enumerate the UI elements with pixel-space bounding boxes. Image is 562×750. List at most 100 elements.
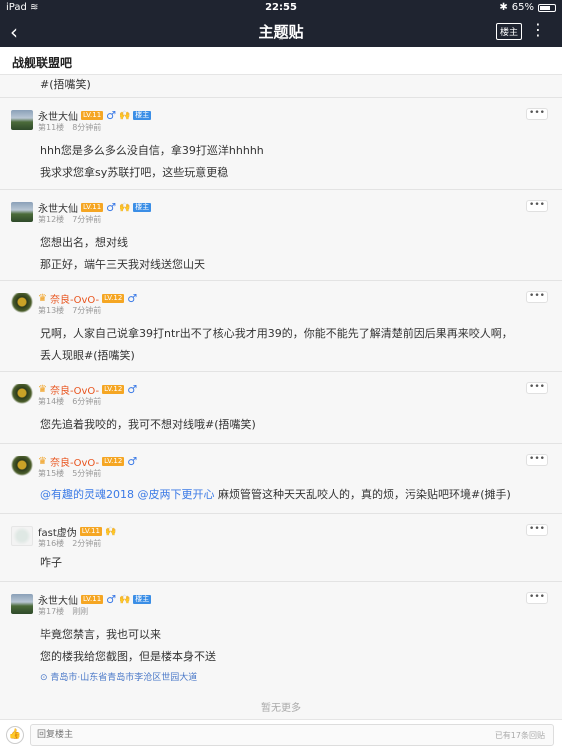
battery-percent: 65% — [511, 2, 534, 13]
post-meta: 第16楼 2分钟前 — [38, 538, 101, 549]
post-body: 兄啊，人家自己说拿39打ntr出不了核心我才用39的，你能不能先了解清楚前因后果… — [40, 323, 513, 367]
post-line: 您先追着我咬的，我可不想对线哦#(捂嘴笑) — [40, 418, 256, 431]
post-line: 您的楼我给您截图，但是楼本身不送 — [40, 650, 216, 663]
post-header: 永世大仙 LV.11 ♂ 🙌 楼主 — [38, 200, 152, 215]
mention-link[interactable]: @有趣的灵魂2018 — [40, 488, 134, 501]
forum-name[interactable]: 战舰联盟吧 — [12, 54, 72, 71]
more-dots-icon[interactable]: ••• — [526, 592, 548, 604]
post-time: 2分钟前 — [72, 539, 102, 548]
post-floor-17: 永世大仙 LV.11 ♂ 🙌 楼主 第17楼 刚刚 ••• 毕竟您禁言，我也可以来… — [0, 581, 562, 691]
male-icon: ♂ — [127, 292, 138, 305]
avatar[interactable] — [11, 456, 33, 476]
level-badge: LV.11 — [81, 203, 104, 212]
level-badge: LV.12 — [102, 294, 125, 303]
post-text: 麻烦管管这种天天乱咬人的，真的烦，污染贴吧环境#(摊手) — [214, 488, 511, 501]
nav-bar: ‹ 主题贴 ⌃ 楼主 ⋮ — [0, 16, 562, 47]
post-time: 7分钟前 — [72, 215, 102, 224]
thumb-up-icon[interactable]: 👍 — [6, 726, 24, 744]
owner-badge: 楼主 — [133, 203, 152, 212]
status-right: ✱ 65% — [499, 2, 556, 13]
post-meta: 第14楼 6分钟前 — [38, 396, 101, 407]
post-floor-16: fast虚伪 LV.11 🙌 第16楼 2分钟前 ••• 咋子 — [0, 513, 562, 581]
reply-bar: 👍 已有17条回贴 — [0, 719, 562, 750]
location-tag[interactable]: ⊙ 青岛市·山东省青岛市李沧区世园大道 — [40, 670, 197, 683]
post-body: 毕竟您禁言，我也可以来 您的楼我给您截图，但是楼本身不送 — [40, 624, 216, 668]
crown-icon: ♛ — [38, 293, 47, 304]
username[interactable]: 永世大仙 — [38, 592, 78, 607]
username[interactable]: 奈良-OvO- — [50, 382, 99, 397]
level-badge: LV.12 — [102, 385, 125, 394]
more-dots-icon[interactable]: ••• — [526, 454, 548, 466]
more-dots-icon[interactable]: ••• — [526, 382, 548, 394]
post-floor-15: ♛ 奈良-OvO- LV.12 ♂ 第15楼 5分钟前 ••• @有趣的灵魂201… — [0, 443, 562, 513]
avatar[interactable] — [11, 293, 33, 313]
avatar[interactable] — [11, 526, 33, 546]
post-meta: 第17楼 刚刚 — [38, 606, 88, 617]
floor-number: 第11楼 — [38, 123, 65, 132]
post-line: 您想出名，想对线 — [40, 236, 128, 249]
avatar[interactable] — [11, 384, 33, 404]
kebab-icon[interactable]: ⋮ — [530, 20, 546, 39]
username[interactable]: 奈良-OvO- — [50, 454, 99, 469]
mention-link[interactable]: @皮两下更开心 — [138, 488, 215, 501]
post-body: 咋子 — [40, 552, 62, 574]
more-dots-icon[interactable]: ••• — [526, 291, 548, 303]
floor-number: 第16楼 — [38, 539, 65, 548]
reply-count: 已有17条回贴 — [494, 731, 545, 740]
post-body: 您先追着我咬的，我可不想对线哦#(捂嘴笑) — [40, 414, 256, 436]
floor-number: 第15楼 — [38, 469, 65, 478]
post-floor-13: ♛ 奈良-OvO- LV.12 ♂ 第13楼 7分钟前 ••• 兄啊，人家自己说拿… — [0, 280, 562, 371]
status-bar: iPad ≋ 22:55 ✱ 65% — [0, 0, 562, 16]
fire-icon: 🙌 — [119, 594, 131, 605]
location-text: 青岛市·山东省青岛市李沧区世园大道 — [50, 673, 198, 683]
more-dots-icon[interactable]: ••• — [526, 200, 548, 212]
crown-icon: ♛ — [38, 384, 47, 395]
username[interactable]: 永世大仙 — [38, 108, 78, 123]
more-dots-icon[interactable]: ••• — [526, 524, 548, 536]
reply-box[interactable]: 已有17条回贴 — [30, 724, 554, 746]
post-line: @有趣的灵魂2018 @皮两下更开心 麻烦管管这种天天乱咬人的，真的烦，污染贴吧… — [40, 484, 511, 506]
avatar[interactable] — [11, 594, 33, 614]
post-floor-14: ♛ 奈良-OvO- LV.12 ♂ 第14楼 6分钟前 ••• 您先追着我咬的，我… — [0, 371, 562, 443]
clock: 22:55 — [265, 2, 297, 13]
floor-number: 第17楼 — [38, 607, 65, 616]
reply-input[interactable] — [37, 728, 437, 742]
post-body: 您想出名，想对线 那正好，端午三天我对线送您山天 — [40, 232, 205, 276]
no-more-label: 暂无更多 — [261, 703, 301, 714]
forum-header: 战舰联盟吧 — [0, 47, 562, 75]
avatar[interactable] — [11, 202, 33, 222]
post-time: 7分钟前 — [72, 306, 102, 315]
avatar[interactable] — [11, 110, 33, 130]
post-time: 6分钟前 — [72, 397, 102, 406]
post-line: 咋子 — [40, 556, 62, 569]
partial-post-text: #(捂嘴笑) — [40, 78, 91, 91]
owner-only-button[interactable]: 楼主 — [495, 23, 522, 40]
male-icon: ♂ — [127, 383, 138, 396]
post-time: 刚刚 — [72, 607, 89, 616]
male-icon: ♂ — [106, 593, 117, 606]
more-dots-icon[interactable]: ••• — [526, 108, 548, 120]
post-meta: 第12楼 7分钟前 — [38, 214, 101, 225]
post-header: fast虚伪 LV.11 🙌 — [38, 524, 117, 540]
post-header: ♛ 奈良-OvO- LV.12 ♂ — [38, 454, 137, 469]
crown-icon: ♛ — [38, 456, 47, 467]
username[interactable]: 永世大仙 — [38, 200, 78, 215]
post-meta: 第15楼 5分钟前 — [38, 468, 101, 479]
post-body: @有趣的灵魂2018 @皮两下更开心 麻烦管管这种天天乱咬人的，真的烦，污染贴吧… — [40, 484, 511, 506]
fire-icon: 🙌 — [119, 110, 131, 121]
post-meta: 第13楼 7分钟前 — [38, 305, 101, 316]
post-meta: 第11楼 8分钟前 — [38, 122, 101, 133]
caret-icon[interactable]: ⌃ — [0, 37, 562, 46]
username[interactable]: 奈良-OvO- — [50, 291, 99, 306]
fire-icon: 🙌 — [104, 526, 117, 537]
floor-number: 第12楼 — [38, 215, 65, 224]
floor-number: 第13楼 — [38, 306, 65, 315]
male-icon: ♂ — [127, 455, 138, 468]
post-line: 兄啊，人家自己说拿39打ntr出不了核心我才用39的，你能不能先了解清楚前因后果… — [40, 327, 513, 340]
post-floor-12: 永世大仙 LV.11 ♂ 🙌 楼主 第12楼 7分钟前 ••• 您想出名，想对线 … — [0, 189, 562, 280]
post-line: 那正好，端午三天我对线送您山天 — [40, 258, 205, 271]
floor-number: 第14楼 — [38, 397, 65, 406]
username[interactable]: fast虚伪 — [38, 524, 77, 539]
battery-icon — [538, 3, 556, 12]
post-line: 毕竟您禁言，我也可以来 — [40, 628, 161, 641]
